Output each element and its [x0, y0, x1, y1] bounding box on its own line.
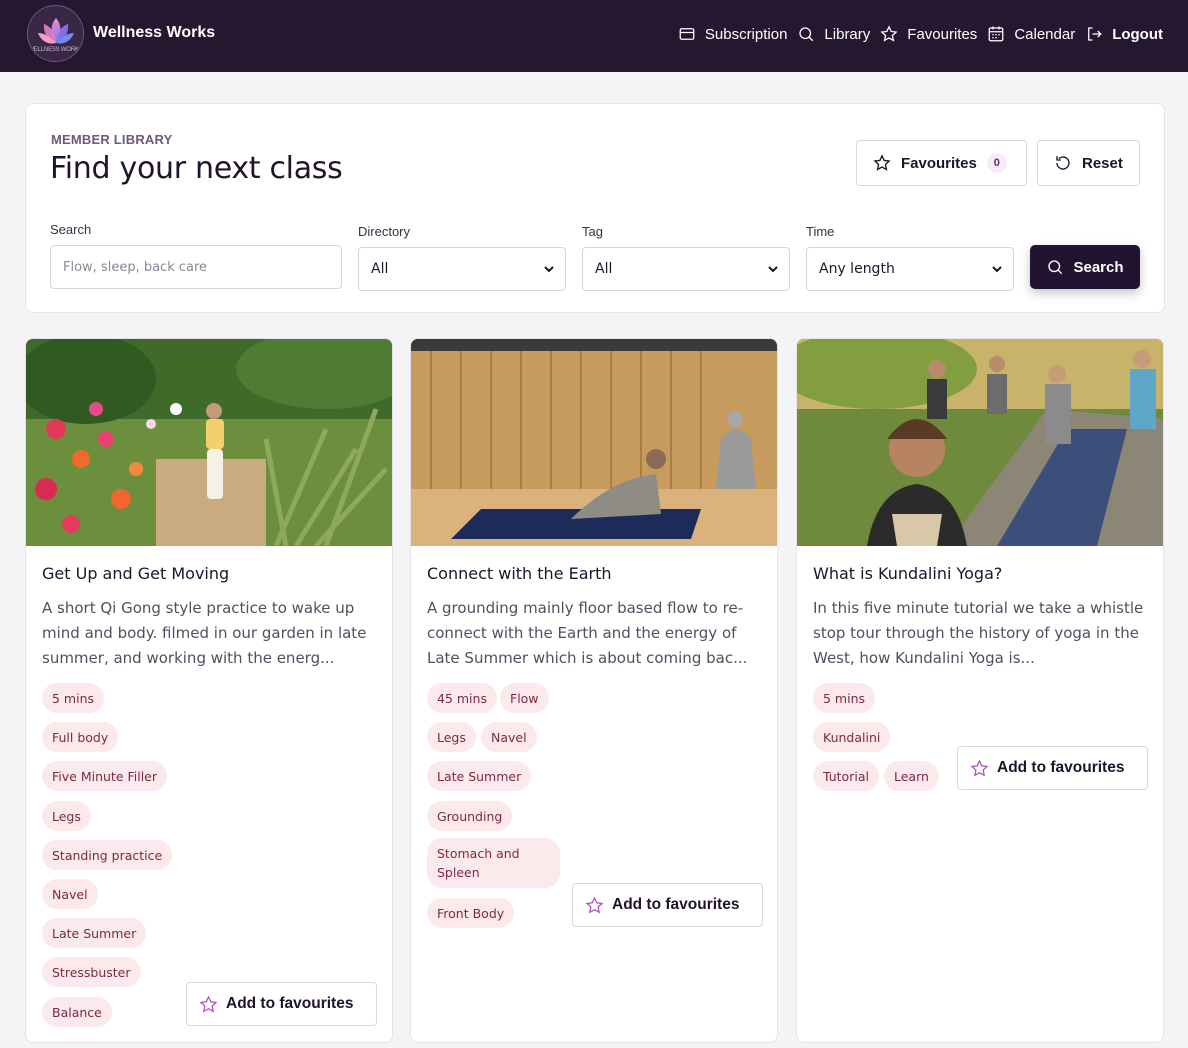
- logout-icon: [1088, 27, 1102, 41]
- card-description: In this five minute tutorial we take a w…: [813, 599, 1144, 667]
- tag-chip[interactable]: Full body: [42, 722, 119, 752]
- brand-name[interactable]: Wellness Works: [93, 24, 215, 42]
- add-to-favourites-button[interactable]: Add to favourites: [572, 883, 763, 927]
- section-eyebrow: MEMBER LIBRARY: [51, 132, 173, 147]
- class-thumbnail-studio[interactable]: [411, 339, 778, 546]
- favourites-count-badge: 0: [986, 153, 1007, 173]
- class-thumbnail-garden[interactable]: [26, 339, 393, 546]
- search-button[interactable]: Search: [1030, 245, 1140, 289]
- add-to-favourites-label: Add to favourites: [226, 995, 354, 1012]
- chevron-down-icon: [992, 266, 1002, 273]
- nav-links: Subscription Library Favourites Calendar…: [668, 20, 1163, 48]
- nav-calendar-label: Calendar: [1014, 25, 1076, 43]
- card-description: A short Qi Gong style practice to wake u…: [42, 599, 367, 667]
- tag-chip[interactable]: Legs: [427, 722, 476, 752]
- reset-button[interactable]: Reset: [1037, 140, 1140, 186]
- tag-chip[interactable]: Flow: [500, 683, 549, 713]
- nav-logout-label: Logout: [1112, 25, 1163, 43]
- time-value: Any length: [819, 261, 895, 277]
- add-to-favourites-button[interactable]: Add to favourites: [186, 982, 377, 1026]
- nav-calendar[interactable]: Calendar: [987, 25, 1075, 43]
- search-icon: [799, 27, 814, 42]
- tag-chip[interactable]: 5 mins: [813, 683, 876, 713]
- tag-chip[interactable]: Front Body: [427, 898, 515, 928]
- favourites-button-label: Favourites: [901, 154, 977, 172]
- search-input[interactable]: Flow, sleep, back care: [50, 245, 342, 289]
- credit-card-icon: [679, 28, 695, 40]
- directory-label: Directory: [358, 224, 411, 239]
- nav-library-label: Library: [824, 25, 871, 43]
- nav-library[interactable]: Library: [797, 25, 870, 43]
- top-navbar: WELLNESS WORKS Wellness Works Subscripti…: [0, 0, 1188, 72]
- tag-chip[interactable]: Navel: [42, 879, 98, 909]
- tag-chip[interactable]: Late Summer: [42, 918, 147, 948]
- star-icon: [199, 995, 218, 1013]
- class-thumbnail-group[interactable]: [797, 339, 1164, 546]
- reset-button-label: Reset: [1082, 154, 1123, 172]
- star-icon: [873, 154, 891, 171]
- search-button-label: Search: [1073, 258, 1124, 276]
- time-select[interactable]: Any length: [806, 247, 1014, 291]
- nav-logout[interactable]: Logout: [1085, 25, 1163, 43]
- class-card: What is Kundalini Yoga? In this five min…: [796, 338, 1164, 1043]
- time-label: Time: [806, 224, 835, 239]
- add-to-favourites-label: Add to favourites: [612, 896, 740, 913]
- class-card: Connect with the Earth A grounding mainl…: [410, 338, 778, 1043]
- tag-chip[interactable]: Grounding: [427, 801, 513, 831]
- chevron-down-icon: [544, 266, 554, 273]
- nav-favourites-label: Favourites: [907, 25, 978, 43]
- tag-chip[interactable]: Stressbuster: [42, 957, 141, 987]
- card-title[interactable]: Get Up and Get Moving: [42, 564, 229, 583]
- tag-chip[interactable]: Learn: [884, 761, 939, 791]
- tag-label: Tag: [582, 224, 603, 239]
- directory-value: All: [371, 261, 389, 277]
- logo-subtext: WELLNESS WORKS: [28, 46, 83, 53]
- tag-chip[interactable]: Legs: [42, 801, 91, 831]
- tag-chip[interactable]: Standing practice: [42, 840, 173, 870]
- reset-icon: [1056, 156, 1070, 170]
- tag-chip[interactable]: Five Minute Filler: [42, 761, 168, 791]
- class-card: Get Up and Get Moving A short Qi Gong st…: [25, 338, 393, 1043]
- nav-subscription-label: Subscription: [704, 25, 788, 43]
- tag-chip[interactable]: Kundalini: [813, 722, 891, 752]
- chevron-down-icon: [768, 266, 778, 273]
- tag-chip[interactable]: Balance: [42, 997, 112, 1027]
- card-description: A grounding mainly floor based flow to r…: [427, 599, 748, 667]
- star-icon: [880, 25, 898, 42]
- star-icon: [970, 759, 989, 777]
- lotus-icon: [37, 17, 74, 44]
- add-to-favourites-button[interactable]: Add to favourites: [957, 746, 1148, 790]
- tag-chip[interactable]: Tutorial: [813, 761, 879, 791]
- lotus-logo[interactable]: WELLNESS WORKS: [27, 5, 84, 62]
- filter-panel: MEMBER LIBRARY Find your next class Favo…: [25, 103, 1165, 313]
- tag-chip[interactable]: Stomach and Spleen: [427, 838, 560, 888]
- tag-select[interactable]: All: [582, 247, 790, 291]
- tag-chip[interactable]: 5 mins: [42, 683, 105, 713]
- tag-chip[interactable]: 45 mins: [427, 683, 497, 713]
- directory-select[interactable]: All: [358, 247, 566, 291]
- search-label: Search: [50, 222, 92, 237]
- star-icon: [585, 896, 604, 914]
- page-title: Find your next class: [50, 151, 343, 186]
- calendar-icon: [988, 26, 1004, 42]
- card-title[interactable]: What is Kundalini Yoga?: [813, 564, 1002, 583]
- card-title[interactable]: Connect with the Earth: [427, 564, 612, 583]
- nav-subscription[interactable]: Subscription: [678, 25, 788, 43]
- favourites-button[interactable]: Favourites 0: [856, 140, 1027, 186]
- tag-value: All: [595, 261, 613, 277]
- nav-favourites[interactable]: Favourites: [880, 25, 977, 43]
- search-icon: [1048, 260, 1063, 275]
- tag-chip[interactable]: Late Summer: [427, 761, 532, 791]
- tag-chip[interactable]: Navel: [481, 722, 537, 752]
- add-to-favourites-label: Add to favourites: [997, 759, 1125, 776]
